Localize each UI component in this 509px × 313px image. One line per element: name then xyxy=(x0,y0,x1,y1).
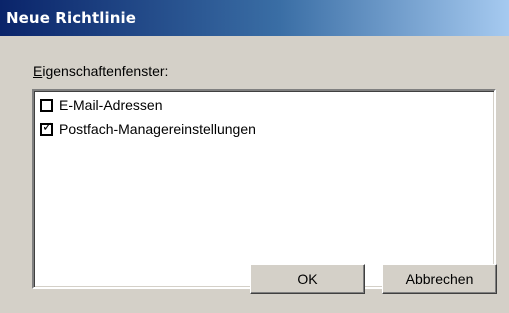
properties-list[interactable]: E-Mail-Adressen ✓ Postfach-Managereinste… xyxy=(32,89,496,289)
properties-label-accelerator: E xyxy=(33,63,43,79)
window-title: Neue Richtlinie xyxy=(6,9,137,27)
title-bar[interactable]: Neue Richtlinie xyxy=(0,0,509,36)
mailbox-manager-settings-checkbox[interactable]: ✓ xyxy=(40,119,53,136)
list-item-email-addresses[interactable]: E-Mail-Adressen xyxy=(40,96,162,114)
list-item-mailbox-manager-settings[interactable]: ✓ Postfach-Managereinstellungen xyxy=(40,120,256,138)
dialog-body: Eigenschaftenfenster: E-Mail-Adressen ✓ … xyxy=(0,36,509,313)
cancel-button[interactable]: Abbrechen xyxy=(382,264,497,294)
email-addresses-label: E-Mail-Adressen xyxy=(59,97,163,113)
mailbox-manager-settings-label: Postfach-Managereinstellungen xyxy=(59,121,256,137)
ok-button[interactable]: OK xyxy=(250,264,365,294)
email-addresses-checkbox[interactable] xyxy=(40,98,53,112)
checkmark-icon: ✓ xyxy=(42,119,53,135)
properties-label-text: igenschaftenfenster: xyxy=(42,63,169,79)
properties-label: Eigenschaftenfenster: xyxy=(33,63,168,79)
